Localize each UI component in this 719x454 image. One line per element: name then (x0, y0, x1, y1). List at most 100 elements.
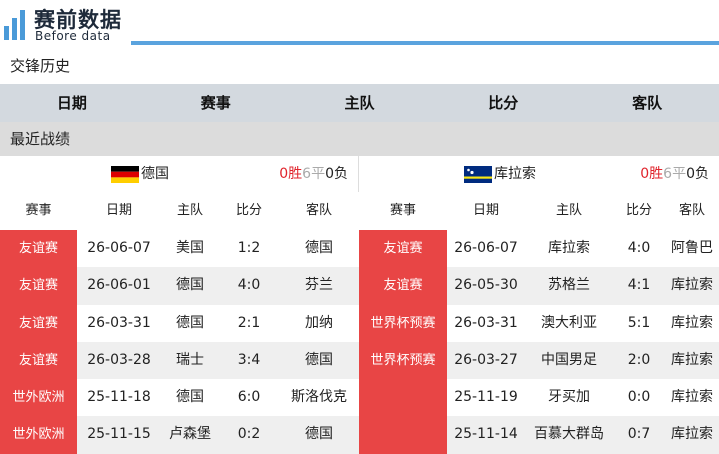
record-win: 0胜 (640, 166, 664, 182)
row-away: 库拉索 (665, 341, 719, 380)
row-score: 0:2 (219, 416, 279, 454)
table-row[interactable]: 世外欧洲 25-11-18 德国 6:0 斯洛伐克 (0, 379, 359, 417)
col-date: 日期 (105, 203, 132, 218)
table-row[interactable]: 世界杯预赛 26-03-31 澳大利亚 5:1 库拉索 (359, 304, 719, 342)
team-bar-germany: 德国 0胜6平0负 (0, 156, 359, 192)
row-home: 德国 (161, 267, 219, 305)
curacao-flag-icon (464, 166, 492, 183)
team-name-left: 德国 (141, 166, 169, 182)
table-row[interactable]: 友谊赛 26-03-31 德国 2:1 加纳 (0, 304, 359, 342)
row-home: 美国 (161, 230, 219, 268)
row-event: 世界杯预赛 (359, 304, 447, 342)
header-divider (131, 41, 719, 45)
row-event: 友谊赛 (0, 230, 77, 268)
row-event: 友谊赛 (0, 304, 77, 342)
recent-section-title: 最近战绩 (0, 122, 719, 156)
logo-header: 赛前数据 Before data (0, 0, 719, 48)
row-score: 4:0 (219, 267, 279, 305)
row-score: 1:2 (219, 230, 279, 268)
row-home: 瑞士 (161, 341, 219, 380)
row-away: 德国 (279, 341, 359, 380)
table-row[interactable]: 世界杯预赛 26-03-27 中国男足 2:0 库拉索 (359, 341, 719, 380)
row-home: 卢森堡 (161, 416, 219, 454)
row-event: 世外欧洲 (0, 379, 77, 417)
row-event: 友谊赛 (359, 230, 447, 268)
col-date: 日期 (472, 203, 499, 218)
table-row[interactable]: 世外欧洲 25-11-15 卢森堡 0:2 德国 (0, 416, 359, 454)
history-section-title: 交锋历史 (0, 48, 719, 84)
history-col-away: 客队 (632, 94, 663, 112)
record-win: 0胜 (279, 166, 303, 182)
row-home: 澳大利亚 (525, 304, 613, 342)
row-score: 4:1 (613, 267, 665, 305)
row-event: 世界杯预赛 (359, 341, 447, 380)
row-date: 26-03-31 (447, 304, 525, 342)
row-event: 友谊赛 (359, 267, 447, 305)
table-row[interactable]: 友谊赛 26-05-30 苏格兰 4:1 库拉索 (359, 267, 719, 305)
table-row[interactable]: 友谊赛 26-03-28 瑞士 3:4 德国 (0, 341, 359, 380)
row-away: 库拉索 (665, 304, 719, 342)
record-draw: 6平 (302, 166, 326, 182)
row-score: 2:0 (613, 341, 665, 380)
col-home: 主队 (176, 203, 203, 218)
history-col-event: 赛事 (200, 94, 231, 112)
table-row[interactable]: 25-11-19 牙买加 0:0 库拉索 (359, 379, 719, 417)
row-date: 25-11-19 (447, 379, 525, 417)
history-table-header: 日期 赛事 主队 比分 客队 (0, 84, 719, 122)
table-row[interactable]: 友谊赛 26-06-01 德国 4:0 芬兰 (0, 267, 359, 305)
record-loss: 0负 (686, 166, 709, 182)
row-away: 德国 (279, 416, 359, 454)
row-score: 6:0 (219, 379, 279, 417)
row-away: 库拉索 (665, 379, 719, 417)
row-score: 2:1 (219, 304, 279, 342)
row-date: 26-03-27 (447, 341, 525, 380)
row-date: 25-11-18 (77, 379, 161, 417)
left-results-table: 友谊赛 26-06-07 美国 1:2 德国 友谊赛 26-06-01 德国 4… (0, 230, 359, 454)
row-date: 26-06-07 (77, 230, 161, 268)
col-score: 比分 (625, 203, 652, 218)
history-col-date: 日期 (56, 94, 87, 112)
row-event: 友谊赛 (0, 267, 77, 305)
row-date: 26-06-01 (77, 267, 161, 305)
row-home: 库拉索 (525, 230, 613, 268)
team-bar-curacao: 库拉索 0胜6平0负 (359, 156, 719, 192)
right-column-header: 赛事 日期 主队 比分 客队 (359, 192, 719, 230)
row-date: 25-11-15 (77, 416, 161, 454)
row-event: 世外欧洲 (0, 416, 77, 454)
row-away: 斯洛伐克 (279, 379, 359, 417)
col-away: 客队 (678, 203, 705, 218)
history-col-home: 主队 (344, 94, 375, 112)
table-row[interactable]: 25-11-14 百慕大群岛 0:7 库拉索 (359, 416, 719, 454)
row-date: 26-03-28 (77, 341, 161, 380)
col-event: 赛事 (25, 203, 52, 218)
row-away: 阿鲁巴 (665, 230, 719, 268)
record-loss: 0负 (325, 166, 348, 182)
row-away: 芬兰 (279, 267, 359, 305)
row-away: 德国 (279, 230, 359, 268)
row-home: 中国男足 (525, 341, 613, 380)
row-event (359, 379, 447, 417)
table-row[interactable]: 友谊赛 26-06-07 库拉索 4:0 阿鲁巴 (359, 230, 719, 268)
left-column-header: 赛事 日期 主队 比分 客队 (0, 192, 359, 230)
team-record-left: 0胜6平0负 (279, 156, 348, 192)
row-score: 0:7 (613, 416, 665, 454)
row-score: 0:0 (613, 379, 665, 417)
col-event: 赛事 (389, 203, 416, 218)
row-away: 库拉索 (665, 267, 719, 305)
row-date: 26-06-07 (447, 230, 525, 268)
record-draw: 6平 (663, 166, 687, 182)
table-row[interactable]: 友谊赛 26-06-07 美国 1:2 德国 (0, 230, 359, 268)
history-col-score: 比分 (488, 94, 519, 112)
bar-chart-logo-icon (4, 6, 32, 40)
row-home: 德国 (161, 304, 219, 342)
col-home: 主队 (555, 203, 582, 218)
row-date: 26-03-31 (77, 304, 161, 342)
row-score: 4:0 (613, 230, 665, 268)
col-score: 比分 (235, 203, 262, 218)
row-score: 5:1 (613, 304, 665, 342)
germany-flag-icon (111, 166, 139, 183)
team-record-right: 0胜6平0负 (640, 156, 709, 192)
row-home: 苏格兰 (525, 267, 613, 305)
row-away: 库拉索 (665, 416, 719, 454)
row-away: 加纳 (279, 304, 359, 342)
